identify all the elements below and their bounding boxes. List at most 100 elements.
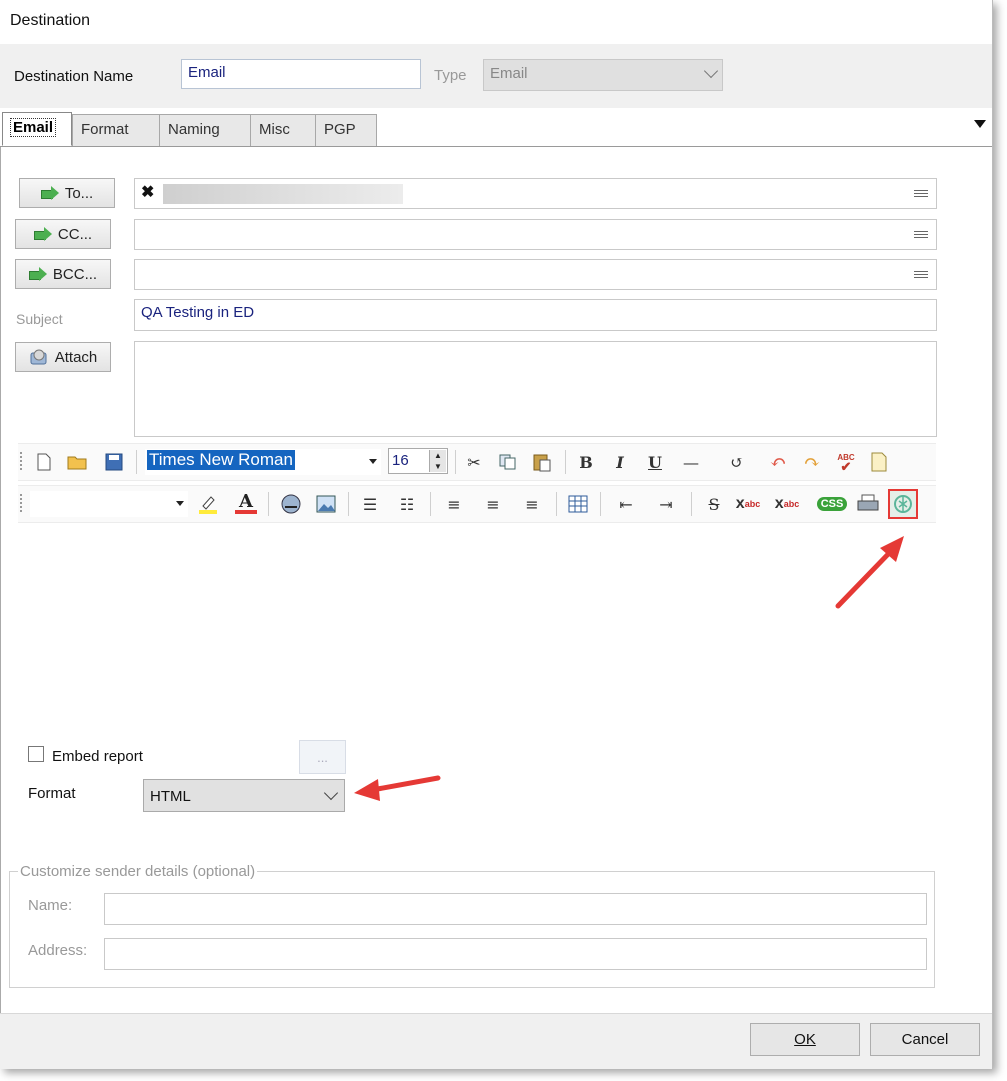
cut-icon[interactable]: ✂ [462, 450, 486, 474]
subscript-icon[interactable]: x abc [775, 492, 799, 516]
annotation-arrow-icon [354, 775, 441, 801]
print-icon[interactable] [856, 492, 880, 516]
tab-overflow-arrow-icon[interactable] [974, 120, 986, 128]
cc-field[interactable] [134, 219, 937, 250]
tab-naming[interactable]: Naming [159, 114, 251, 146]
cancel-button-label: Cancel [901, 1031, 949, 1048]
editor-toolbar-bottom: A ☰ ☷ ≡ ≡ ≡ ⇤ ⇥ S x abc x abc CSS [18, 485, 936, 523]
cc-button[interactable]: CC... [15, 219, 111, 249]
embed-report-label: Embed report [52, 748, 143, 765]
tab-misc[interactable]: Misc [250, 114, 316, 146]
format-label: Format [28, 785, 76, 802]
to-button[interactable]: To... [19, 178, 115, 208]
toolbar-separator [348, 492, 349, 516]
remove-format-icon[interactable]: ↺ [725, 450, 749, 474]
align-center-icon[interactable]: ≡ [481, 492, 505, 516]
indent-icon[interactable]: ⇥ [654, 492, 678, 516]
paste-icon[interactable] [530, 450, 554, 474]
window-title: Destination [10, 12, 91, 29]
font-color-icon[interactable]: A [234, 492, 258, 516]
dropdown-arrow-icon [369, 459, 377, 464]
toolbar-separator [565, 450, 566, 474]
expand-grip-icon[interactable] [914, 190, 928, 197]
toolbar-separator [556, 492, 557, 516]
toolbar-separator [691, 492, 692, 516]
page-icon[interactable] [867, 450, 891, 474]
green-arrow-icon [33, 227, 52, 241]
remove-recipient-icon[interactable]: ✖ [141, 182, 154, 202]
strikethrough-icon[interactable]: S [702, 492, 726, 516]
spellcheck-icon[interactable]: ABC ✔ [834, 450, 858, 474]
dropdown-arrow-icon [176, 501, 184, 506]
embed-report-checkbox[interactable] [28, 746, 44, 762]
spin-arrows-icon[interactable]: ▲ ▼ [429, 450, 446, 472]
attach-button-label: Attach [54, 348, 98, 366]
save-icon[interactable] [102, 450, 126, 474]
outdent-icon[interactable]: ⇤ [614, 492, 638, 516]
bullet-list-icon[interactable]: ☷ [395, 492, 419, 516]
sender-address-label: Address: [28, 942, 88, 959]
sender-details-title: Customize sender details (optional) [18, 863, 258, 880]
attachments-box[interactable] [134, 341, 937, 437]
italic-icon[interactable]: I [608, 450, 632, 474]
chevron-down-icon [703, 63, 719, 79]
bcc-button[interactable]: BCC... [15, 259, 111, 289]
to-field[interactable]: ✖ [134, 178, 937, 209]
type-value: Email [490, 65, 528, 82]
bold-icon[interactable]: B [574, 450, 598, 474]
toolbar-separator [600, 492, 601, 516]
toolbar-separator [455, 450, 456, 474]
format-value: HTML [150, 788, 191, 805]
horizontal-rule-icon[interactable]: — [679, 450, 703, 474]
expand-grip-icon[interactable] [914, 231, 928, 238]
tab-pgp[interactable]: PGP [315, 114, 377, 146]
sender-name-input[interactable] [104, 893, 927, 925]
type-select: Email [483, 59, 723, 91]
destination-name-bar: Destination Name Email Type Email [0, 44, 992, 108]
editor-toolbar-top: Times New Roman 16 ▲ ▼ ✂ B I U — ↺ ↶ ↷ AB… [18, 443, 936, 481]
toolbar-separator [268, 492, 269, 516]
font-name-select[interactable]: Times New Roman [145, 449, 381, 475]
destination-name-input[interactable]: Email [181, 59, 421, 89]
expand-grip-icon[interactable] [914, 271, 928, 278]
style-select[interactable] [30, 491, 188, 517]
redacted-recipient [163, 184, 403, 204]
sender-address-input[interactable] [104, 938, 927, 970]
green-arrow-icon [40, 186, 59, 200]
numbered-list-icon[interactable]: ☰ [358, 492, 382, 516]
embed-options-button[interactable]: ... [299, 740, 346, 774]
chatgpt-icon[interactable] [888, 489, 918, 519]
annotation-arrow-icon [835, 536, 904, 609]
align-right-icon[interactable]: ≡ [520, 492, 544, 516]
copy-icon[interactable] [496, 450, 520, 474]
attach-button[interactable]: Attach [15, 342, 111, 372]
css-label: CSS [816, 497, 848, 511]
open-folder-icon[interactable] [66, 450, 90, 474]
redo-icon[interactable]: ↷ [800, 450, 824, 474]
subject-input[interactable]: QA Testing in ED [134, 299, 937, 331]
insert-link-icon[interactable] [279, 492, 303, 516]
superscript-icon[interactable]: x abc [736, 492, 760, 516]
email-body-editor[interactable] [18, 525, 936, 725]
insert-table-icon[interactable] [566, 492, 590, 516]
bcc-field[interactable] [134, 259, 937, 290]
title-bar: Destination [0, 0, 992, 44]
chevron-down-icon [323, 785, 339, 801]
css-icon[interactable]: CSS [814, 492, 850, 516]
ok-button[interactable]: OK [750, 1023, 860, 1056]
toolbar-separator [136, 450, 137, 474]
toolbar-grip [20, 494, 22, 514]
cancel-button[interactable]: Cancel [870, 1023, 980, 1056]
bcc-button-label: BCC... [52, 265, 98, 283]
align-left-icon[interactable]: ≡ [442, 492, 466, 516]
font-size-spinner[interactable]: 16 ▲ ▼ [388, 448, 448, 474]
tab-format[interactable]: Format [72, 114, 160, 146]
new-document-icon[interactable] [32, 450, 56, 474]
tab-email[interactable]: Email [2, 112, 72, 146]
destination-name-label: Destination Name [14, 68, 134, 85]
highlight-color-icon[interactable] [196, 492, 220, 516]
insert-image-icon[interactable] [314, 492, 338, 516]
undo-icon[interactable]: ↶ [766, 450, 790, 474]
format-select[interactable]: HTML [143, 779, 345, 812]
underline-icon[interactable]: U [643, 450, 667, 474]
